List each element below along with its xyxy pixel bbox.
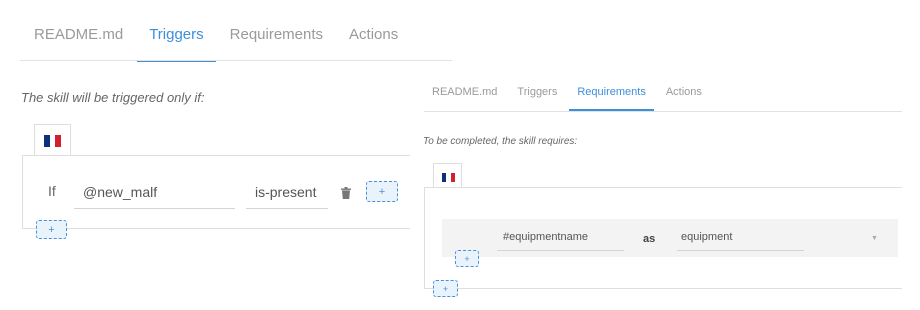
language-tab-french[interactable] xyxy=(433,163,462,188)
triggers-description: The skill will be triggered only if: xyxy=(21,90,205,105)
requirements-box-border-bottom xyxy=(424,288,902,289)
add-requirement-button[interactable]: + xyxy=(433,280,458,297)
triggers-box-border xyxy=(22,155,410,156)
trigger-input[interactable]: @new_malf xyxy=(74,178,235,209)
if-label: If xyxy=(48,183,56,199)
tab-requirements[interactable]: Requirements xyxy=(569,86,655,111)
requirements-panel-tabs: README.md Triggers Requirements Actions xyxy=(432,86,722,111)
tab-readme[interactable]: README.md xyxy=(34,26,123,43)
tabs-divider xyxy=(20,60,452,61)
alias-input[interactable]: equipment xyxy=(677,226,804,251)
trash-icon[interactable] xyxy=(341,186,351,204)
entity-input[interactable]: #equipmentname xyxy=(497,226,624,251)
requirements-box-border-left xyxy=(424,187,425,288)
as-label: as xyxy=(643,233,656,245)
tab-triggers[interactable]: Triggers xyxy=(517,86,557,98)
requirements-box-border xyxy=(424,187,902,188)
french-flag-icon xyxy=(442,173,455,182)
tab-actions[interactable]: Actions xyxy=(666,86,702,98)
add-trigger-button[interactable]: + xyxy=(36,220,67,239)
tabs-divider xyxy=(424,111,902,112)
tab-triggers[interactable]: Triggers xyxy=(137,26,217,62)
add-requirement-row-button[interactable]: + xyxy=(455,250,479,267)
triggers-box-border-bottom xyxy=(22,228,410,229)
triggers-box-border-left xyxy=(22,155,23,229)
tab-readme[interactable]: README.md xyxy=(432,86,497,98)
tab-actions[interactable]: Actions xyxy=(349,26,398,43)
add-condition-button[interactable]: + xyxy=(366,181,398,202)
caret-down-icon[interactable]: ▼ xyxy=(871,235,878,242)
language-tab-french[interactable] xyxy=(34,124,71,156)
french-flag-icon xyxy=(44,135,62,147)
triggers-panel-tabs: README.md Triggers Requirements Actions xyxy=(34,26,424,62)
condition-select[interactable]: is-present xyxy=(246,178,328,209)
requirements-description: To be completed, the skill requires: xyxy=(423,136,578,147)
tab-requirements[interactable]: Requirements xyxy=(230,26,323,43)
